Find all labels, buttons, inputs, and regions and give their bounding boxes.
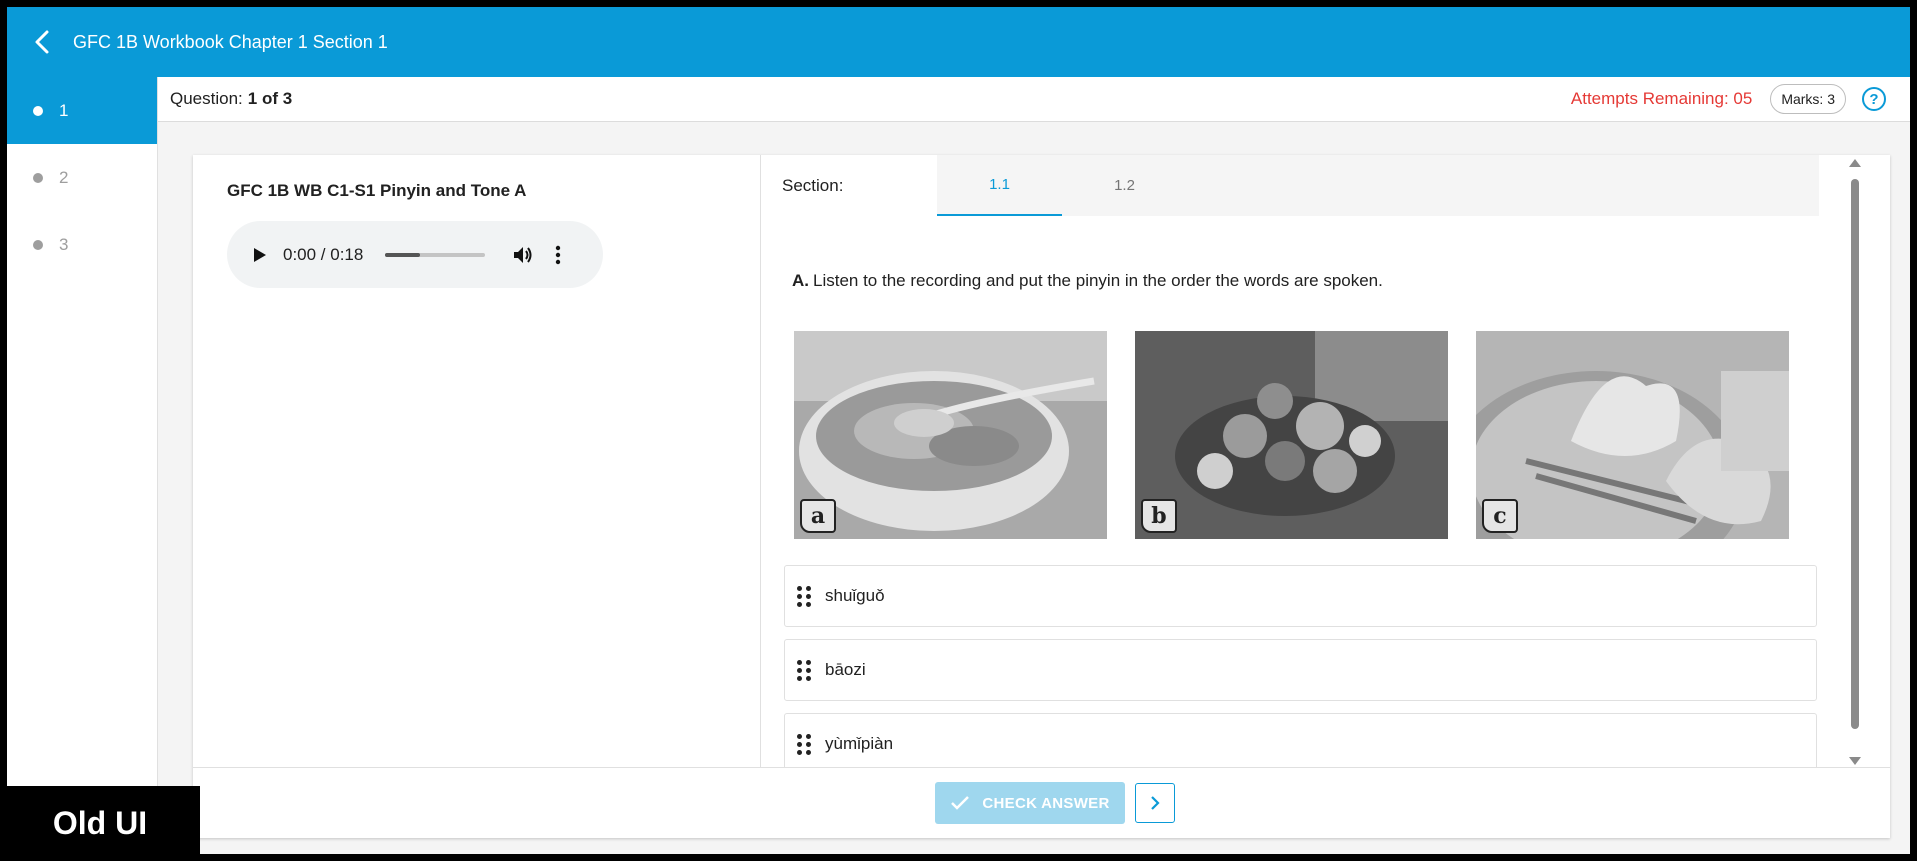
drag-item-2[interactable]: bāozi <box>784 639 1817 701</box>
steamed-buns-image: c <box>1476 331 1789 539</box>
question-pane: Section: 1.1 1.2 A. Listen to the recordi… <box>762 155 1870 767</box>
section-tabs: Section: 1.1 1.2 <box>762 155 1819 216</box>
tab-1-2[interactable]: 1.2 <box>1062 155 1187 216</box>
bullet-dot-icon <box>33 239 43 250</box>
card-footer: CHECK ANSWER <box>193 767 1890 838</box>
activity-pane: GFC 1B WB C1-S1 Pinyin and Tone A 0:00 /… <box>193 155 761 767</box>
chevron-right-icon <box>1151 796 1160 810</box>
sidebar-item-1[interactable]: 1 <box>7 77 157 144</box>
question-sidebar: 1 2 3 <box>7 77 158 854</box>
instruction-prefix: A. <box>792 271 809 290</box>
old-ui-caption: Old UI <box>0 786 200 861</box>
page-title: GFC 1B Workbook Chapter 1 Section 1 <box>73 31 388 52</box>
tab-1-1[interactable]: 1.1 <box>937 155 1062 216</box>
drag-item-3[interactable]: yùmǐpiàn <box>784 713 1817 767</box>
sidebar-item-label: 3 <box>59 234 69 254</box>
question-card: GFC 1B WB C1-S1 Pinyin and Tone A 0:00 /… <box>193 155 1890 838</box>
vertical-scrollbar[interactable] <box>1848 159 1862 765</box>
marks-badge: Marks: 3 <box>1770 84 1846 114</box>
scroll-down-icon[interactable] <box>1849 757 1861 765</box>
drag-handle-icon[interactable] <box>797 585 811 607</box>
next-button[interactable] <box>1135 783 1175 823</box>
attempts-remaining: Attempts Remaining: 05 <box>1570 89 1753 108</box>
cereal-image: a <box>794 331 1107 539</box>
help-icon[interactable]: ? <box>1862 87 1886 111</box>
chevron-left-icon <box>35 30 49 54</box>
instruction: A. Listen to the recording and put the pi… <box>792 271 1383 291</box>
image-letter-label: b <box>1141 499 1177 533</box>
play-icon[interactable] <box>253 247 267 263</box>
app-window: GFC 1B Workbook Chapter 1 Section 1 1 2 … <box>7 7 1910 854</box>
drag-item-1[interactable]: shuǐguǒ <box>784 565 1817 627</box>
volume-icon[interactable] <box>513 245 535 265</box>
image-letter-label: c <box>1482 499 1518 533</box>
audio-time: 0:00 / 0:18 <box>283 244 364 264</box>
check-answer-button[interactable]: CHECK ANSWER <box>935 782 1125 824</box>
sidebar-item-2[interactable]: 2 <box>7 144 157 211</box>
bullet-dot-icon <box>33 105 43 116</box>
scrollbar-thumb[interactable] <box>1851 179 1859 729</box>
drag-handle-icon[interactable] <box>797 733 811 755</box>
top-bar: GFC 1B Workbook Chapter 1 Section 1 <box>7 7 1910 77</box>
question-prefix: Question: <box>170 89 243 108</box>
drag-handle-icon[interactable] <box>797 659 811 681</box>
check-answer-label: CHECK ANSWER <box>982 794 1110 812</box>
image-row: a b c <box>794 331 1789 539</box>
sidebar-item-3[interactable]: 3 <box>7 211 157 278</box>
scroll-up-icon[interactable] <box>1849 159 1861 167</box>
audio-progress-slider[interactable] <box>385 252 485 257</box>
more-options-icon[interactable] <box>555 245 561 265</box>
answer-text: bāozi <box>825 660 866 679</box>
audio-player: 0:00 / 0:18 <box>227 221 603 288</box>
image-letter-label: a <box>800 499 836 533</box>
section-label: Section: <box>762 155 937 216</box>
back-button[interactable] <box>7 7 77 77</box>
question-bar: Question: 1 of 3 Attempts Remaining: 05 … <box>158 77 1910 122</box>
sidebar-item-label: 1 <box>59 100 69 120</box>
checkmark-icon <box>951 796 970 810</box>
instruction-text: Listen to the recording and put the piny… <box>813 271 1383 290</box>
bullet-dot-icon <box>33 172 43 183</box>
sidebar-item-label: 2 <box>59 167 69 187</box>
activity-title: GFC 1B WB C1-S1 Pinyin and Tone A <box>227 181 527 200</box>
answer-text: shuǐguǒ <box>825 586 885 605</box>
answer-text: yùmǐpiàn <box>825 734 894 753</box>
question-number: 1 of 3 <box>247 89 293 108</box>
fruit-image: b <box>1135 331 1448 539</box>
